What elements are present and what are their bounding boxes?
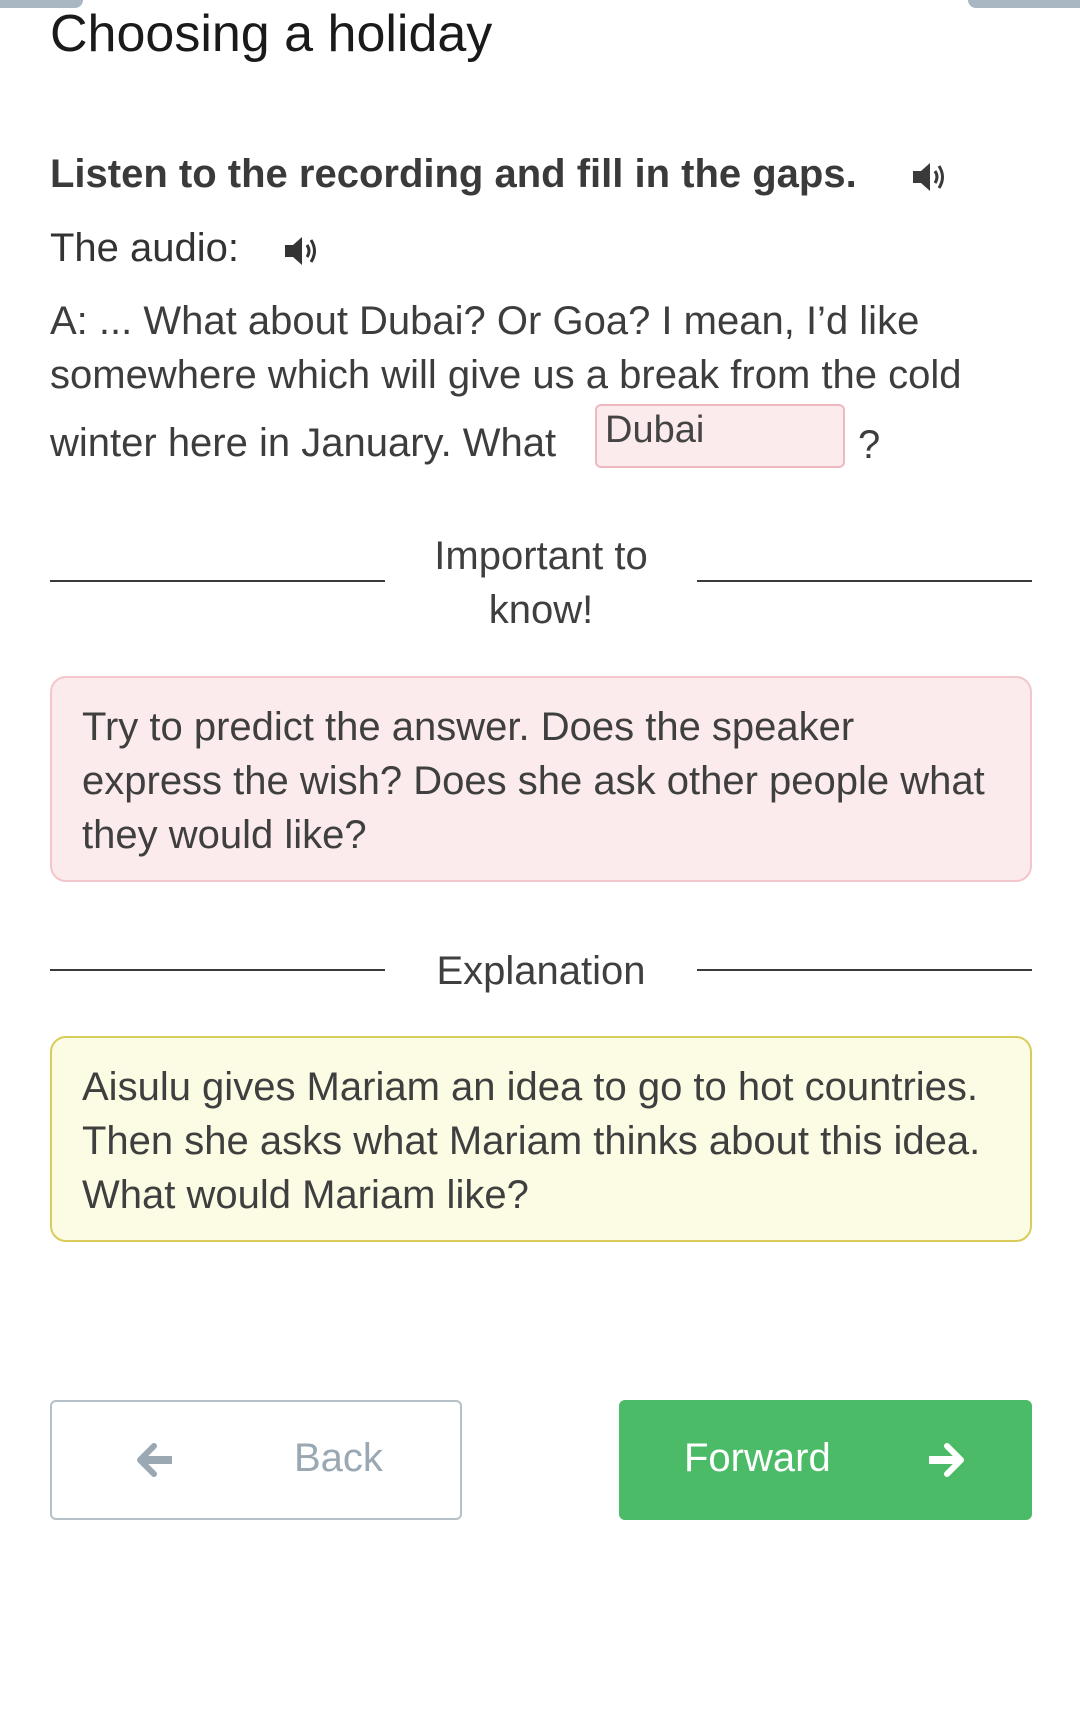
arrow-right-icon: [925, 1442, 967, 1478]
passage-line: A: ... What about Dubai? Or Goa? I mean,…: [50, 299, 920, 343]
passage: A: ... What about Dubai? Or Goa? I mean,…: [50, 294, 1040, 472]
passage-question-mark: ?: [858, 423, 881, 467]
important-heading: Important to know!: [50, 529, 1032, 637]
important-note: Try to predict the answer. Does the spea…: [50, 676, 1032, 882]
back-button-label: Back: [294, 1436, 383, 1480]
audio-player: The audio:: [50, 222, 316, 274]
important-heading-line: Important to: [434, 534, 648, 578]
forward-button[interactable]: Forward: [619, 1400, 1032, 1520]
speaker-icon[interactable]: [910, 156, 950, 192]
audio-play-icon[interactable]: [282, 230, 322, 266]
top-tab-right: [968, 0, 1080, 8]
back-button[interactable]: Back: [50, 1400, 462, 1520]
important-heading-line: know!: [488, 588, 594, 632]
gap-answer-field[interactable]: Dubai: [595, 404, 845, 468]
gap-row: winter here in January. What Dubai ?: [50, 402, 1040, 472]
explanation-note: Aisulu gives Mariam an idea to go to hot…: [50, 1036, 1032, 1242]
passage-line: somewhere which will give us a break fro…: [50, 353, 962, 397]
explanation-heading: Explanation: [436, 949, 646, 993]
task-instruction: Listen to the recording and fill in the …: [50, 148, 944, 200]
page-title: Choosing a holiday: [50, 5, 493, 63]
audio-label: The audio:: [50, 226, 240, 270]
forward-button-label: Forward: [684, 1436, 831, 1480]
arrow-left-icon: [134, 1442, 176, 1478]
task-instruction-text: Listen to the recording and fill in the …: [50, 152, 857, 196]
passage-line: winter here in January. What: [50, 421, 557, 465]
